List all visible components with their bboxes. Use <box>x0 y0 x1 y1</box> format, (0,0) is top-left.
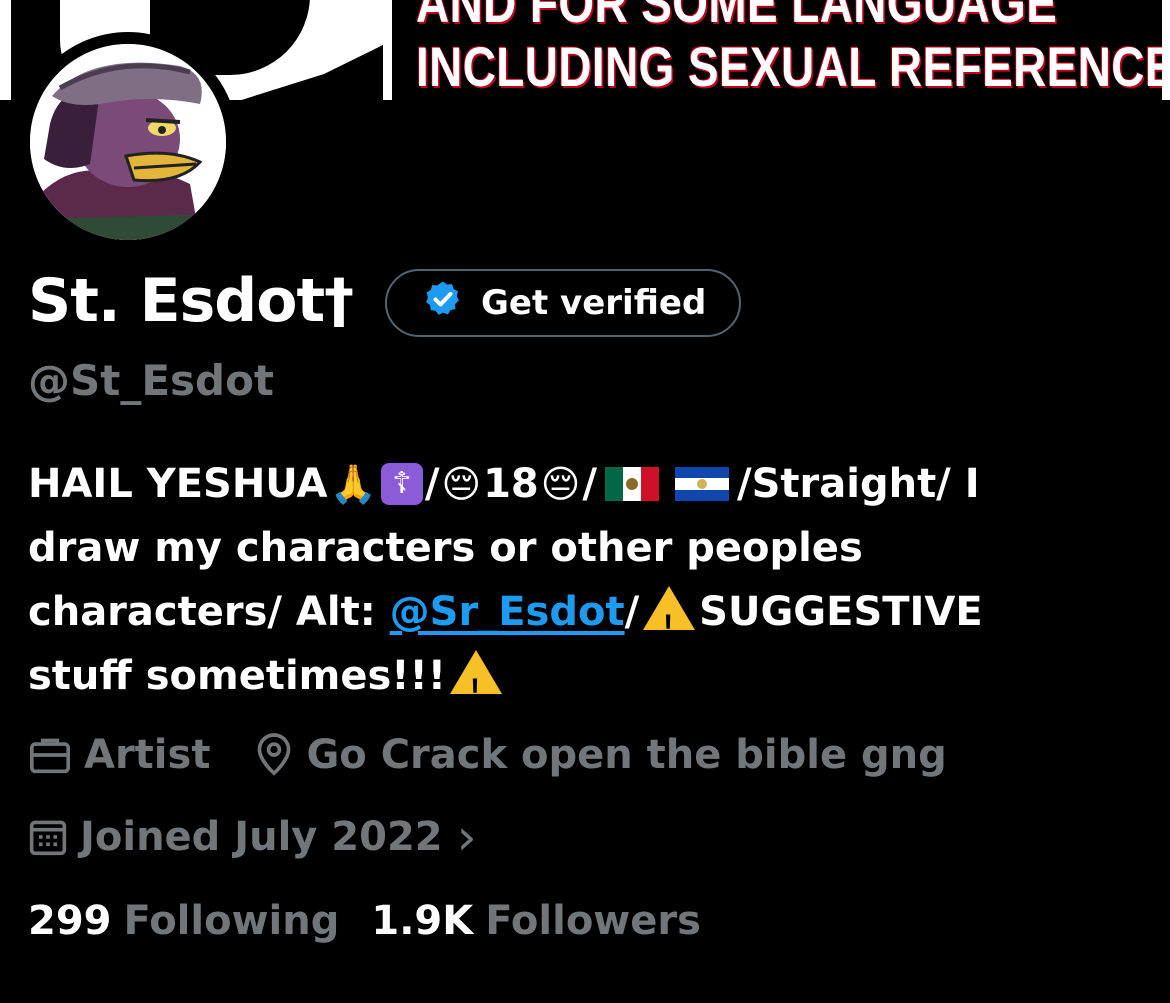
following-count: 299 <box>28 898 112 944</box>
banner-edge-right <box>1162 0 1170 100</box>
el-salvador-flag-icon <box>674 467 729 501</box>
bio-line-1: HAIL YESHUA 🙏 ☦ / 😔 18 😔 / /Straight/ I <box>28 452 1148 516</box>
chevron-right-icon: › <box>456 808 477 866</box>
bio-line-2: draw my characters or other peoples <box>28 525 863 571</box>
bio-text: characters/ Alt: <box>28 589 376 635</box>
bio-line-4: stuff sometimes!!! <box>28 644 1148 722</box>
followers-count: 1.9K <box>371 898 474 944</box>
profile-avatar[interactable] <box>18 32 238 252</box>
get-verified-button[interactable]: Get verified <box>385 269 741 337</box>
following-link[interactable]: 299 Following <box>28 898 339 944</box>
follow-stats: 299 Following 1.9K Followers <box>28 898 701 944</box>
following-label: Following <box>123 898 340 944</box>
alt-account-mention-link[interactable]: @Sr_Esdot <box>390 580 625 644</box>
profile-handle: @St_Esdot <box>28 356 275 405</box>
warning-icon <box>450 650 503 722</box>
followers-link[interactable]: 1.9K Followers <box>371 898 701 944</box>
bio-text: / <box>624 589 640 635</box>
joined-date: Joined July 2022 <box>80 814 443 860</box>
bio-text: / <box>582 461 597 507</box>
bio-text: / <box>424 461 440 507</box>
banner-rating-line2: INCLUDING SEXUAL REFERENCES. <box>416 35 1170 98</box>
profile-bio: HAIL YESHUA 🙏 ☦ / 😔 18 😔 / /Straight/ I … <box>28 452 1148 722</box>
banner-divider <box>383 0 392 100</box>
profession-label: Artist <box>84 732 211 778</box>
orthodox-cross-emoji-icon: ☦ <box>380 463 423 505</box>
mexico-flag-icon <box>604 467 659 501</box>
warning-icon <box>643 586 696 658</box>
get-verified-label: Get verified <box>481 283 707 323</box>
verified-badge-icon <box>423 279 463 328</box>
bio-text: SUGGESTIVE <box>699 589 983 635</box>
joined-row[interactable]: Joined July 2022 › <box>28 808 477 866</box>
bio-text: /Straight/ I <box>736 461 980 507</box>
profile-meta-row: Artist Go Crack open the bible gng <box>28 732 947 778</box>
avatar-illustration <box>30 44 226 240</box>
bio-text: 18 <box>483 461 539 507</box>
bio-line-3: characters/ Alt: @Sr_Esdot / SUGGESTIVE <box>28 580 1148 658</box>
pensive-face-emoji-icon: 😔 <box>540 462 581 506</box>
bio-text: stuff sometimes!!! <box>28 653 447 699</box>
profile-name: St. Esdot† <box>28 266 354 336</box>
banner-edge-left <box>0 0 11 100</box>
location-pin-icon <box>258 733 291 776</box>
briefcase-icon <box>30 738 70 774</box>
calendar-icon <box>29 820 67 856</box>
followers-label: Followers <box>485 898 701 944</box>
banner-rating-line1: AND FOR SOME LANGUAGE <box>416 0 1058 34</box>
profession-item: Artist <box>28 732 210 778</box>
bio-text: HAIL YESHUA <box>28 461 328 507</box>
pray-emoji-icon: 🙏 <box>329 462 377 506</box>
pensive-face-emoji-icon: 😔 <box>441 462 482 506</box>
avatar-drawing <box>30 44 226 240</box>
location-label: Go Crack open the bible gng <box>306 732 947 778</box>
location-item: Go Crack open the bible gng <box>254 732 947 778</box>
